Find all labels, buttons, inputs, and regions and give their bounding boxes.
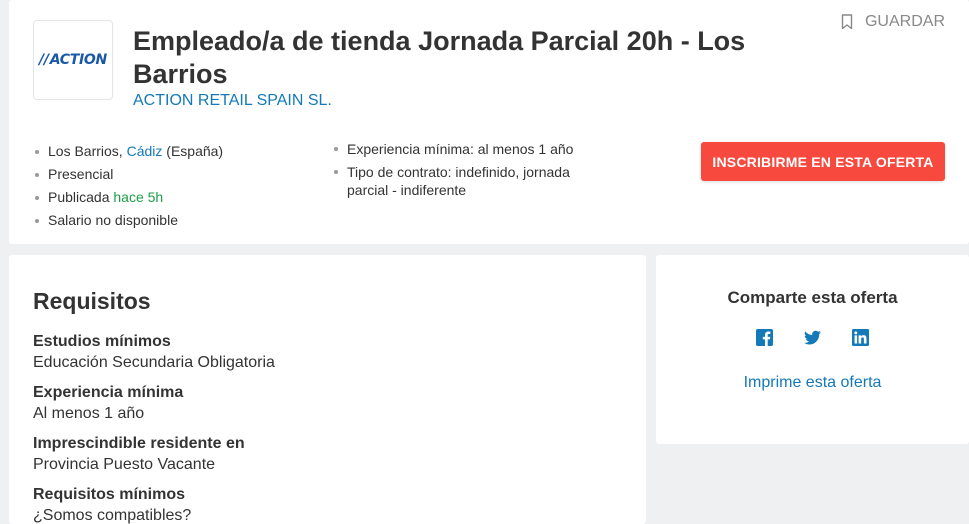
requirement-value: Provincia Puesto Vacante [33, 456, 216, 473]
requirement-item: Estudios mínimos Educación Secundaria Ob… [33, 332, 623, 372]
contract-item: Tipo de contrato: indefinido, jornada pa… [332, 163, 612, 199]
job-header-card: //ACTION Empleado/a de tienda Jornada Pa… [9, 0, 969, 244]
requirements-card: Requisitos Estudios mínimos Educación Se… [9, 255, 646, 524]
bookmark-icon [841, 14, 853, 30]
share-title: Comparte esta oferta [727, 288, 898, 307]
requirement-label: Imprescindible residente en [33, 435, 245, 452]
save-button[interactable]: GUARDAR [841, 13, 945, 31]
share-card: Comparte esta oferta Imprime esta oferta [656, 255, 969, 444]
company-link[interactable]: ACTION RETAIL SPAIN SL. [133, 92, 332, 110]
location-item: Los Barrios, Cádiz (España) [33, 140, 223, 163]
logo-wordmark: //ACTION [39, 52, 107, 68]
requirement-item: Imprescindible residente en Provincia Pu… [33, 434, 623, 474]
print-link[interactable]: Imprime esta oferta [656, 374, 969, 392]
modality-item: Presencial [33, 163, 223, 186]
job-details-right: Experiencia mínima: al menos 1 año Tipo … [332, 140, 612, 204]
requirement-value: ¿Somos compatibles? [33, 507, 192, 524]
facebook-icon[interactable] [756, 328, 774, 346]
requirement-item: Requisitos mínimos ¿Somos compatibles? [33, 485, 623, 524]
requirement-value: Al menos 1 año [33, 405, 145, 422]
experience-item: Experiencia mínima: al menos 1 año [332, 140, 612, 158]
requirement-item: Experiencia mínima Al menos 1 año [33, 383, 623, 423]
requirements-title: Requisitos [33, 288, 151, 314]
apply-button[interactable]: INSCRIBIRME EN ESTA OFERTA [701, 142, 945, 181]
published-item: Publicada hace 5h [33, 186, 223, 209]
requirement-label: Experiencia mínima [33, 384, 184, 401]
requirement-label: Estudios mínimos [33, 333, 171, 350]
published-time: hace 5h [113, 189, 164, 205]
requirement-value: Educación Secundaria Obligatoria [33, 354, 275, 371]
company-logo[interactable]: //ACTION [33, 20, 113, 100]
province-link[interactable]: Cádiz [127, 143, 163, 159]
job-details-left: Los Barrios, Cádiz (España) Presencial P… [33, 140, 223, 232]
location-city: Los Barrios, [48, 143, 127, 159]
save-label: GUARDAR [864, 13, 945, 30]
requirements-list: Estudios mínimos Educación Secundaria Ob… [33, 332, 623, 524]
requirement-label: Requisitos mínimos [33, 486, 186, 503]
twitter-icon[interactable] [804, 328, 822, 346]
job-title: Empleado/a de tienda Jornada Parcial 20h… [133, 26, 746, 89]
share-icons [656, 328, 969, 346]
salary-item: Salario no disponible [33, 209, 223, 232]
location-country: (España) [162, 143, 224, 159]
linkedin-icon[interactable] [852, 328, 870, 346]
published-prefix: Publicada [48, 189, 114, 205]
